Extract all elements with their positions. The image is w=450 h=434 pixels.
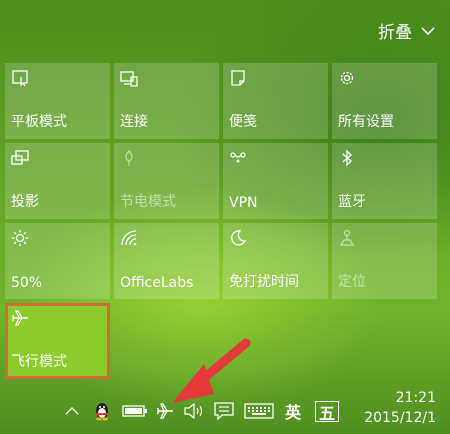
tile-wifi[interactable]: OfficeLabs [114, 223, 219, 299]
tile-note[interactable]: 便笺 [223, 63, 328, 139]
vpn-icon [230, 152, 246, 163]
tile-label: 50% [11, 275, 43, 291]
airplane-mode-tray-button[interactable] [154, 401, 176, 421]
show-hidden-icons-button[interactable] [65, 401, 79, 421]
wifi-icon [121, 230, 137, 246]
tile-label: 连接 [120, 114, 148, 130]
ime-language-label: 英 [284, 403, 301, 422]
tile-label: 定位 [338, 274, 366, 290]
tile-bluetooth[interactable]: 蓝牙 [332, 143, 437, 219]
clock-time: 21:21 [395, 390, 436, 406]
tile-label: 飞行模式 [11, 354, 67, 370]
tile-tablet-mode[interactable]: 平板模式 [5, 63, 110, 139]
tile-label: VPN [229, 195, 258, 211]
note-icon [231, 70, 245, 86]
tile-label: 免打扰时间 [229, 274, 299, 290]
battery-icon [122, 405, 147, 417]
action-center-button[interactable] [214, 401, 234, 421]
tile-quiet-hours[interactable]: 免打扰时间 [223, 223, 328, 299]
tile-label: OfficeLabs [120, 275, 194, 291]
taskbar: 英 五 21:21 2015/12/1 [0, 388, 450, 434]
tile-label: 蓝牙 [338, 194, 366, 210]
moon-icon [231, 230, 247, 246]
qq-tray-button[interactable] [92, 401, 112, 421]
battery-button[interactable] [122, 401, 148, 421]
speaker-icon [184, 403, 203, 419]
qq-penguin-icon [96, 403, 108, 421]
tile-label: 平板模式 [11, 114, 67, 130]
tile-connect[interactable]: 连接 [114, 63, 219, 139]
tile-label: 所有设置 [338, 114, 394, 130]
gear-icon [340, 71, 354, 85]
tile-vpn[interactable]: VPN [223, 143, 328, 219]
touch-keyboard-button[interactable] [243, 401, 275, 421]
connect-icon [120, 71, 138, 87]
ime-mode-button[interactable]: 五 [315, 401, 339, 423]
battery-saver-icon [125, 150, 133, 166]
clock-button[interactable]: 21:21 2015/12/1 [364, 388, 436, 428]
ime-mode-label: 五 [318, 403, 335, 423]
tablet-mode-icon [12, 70, 28, 87]
collapse-button[interactable]: 折叠 [378, 18, 436, 43]
tile-brightness[interactable]: 50% [5, 223, 110, 299]
ime-language-button[interactable]: 英 [283, 401, 303, 422]
keyboard-icon [244, 403, 274, 419]
tile-project[interactable]: 投影 [5, 143, 110, 219]
tile-label: 便笺 [229, 114, 257, 130]
airplane-icon [11, 310, 28, 326]
location-icon [339, 229, 355, 246]
project-icon [11, 150, 29, 165]
brightness-icon [12, 230, 28, 246]
bluetooth-icon [342, 149, 352, 167]
notification-icon [214, 402, 234, 420]
volume-button[interactable] [182, 401, 206, 421]
tile-airplane-mode[interactable]: 飞行模式 [5, 303, 110, 379]
tile-location[interactable]: 定位 [332, 223, 437, 299]
tile-all-settings[interactable]: 所有设置 [332, 63, 437, 139]
quick-actions-grid: 平板模式 连接 便笺 所有设置 投影 节电模式 VPN 蓝牙 50% Offic… [5, 63, 437, 379]
chevron-up-icon [65, 407, 79, 415]
collapse-label: 折叠 [378, 23, 412, 43]
tile-battery-saver[interactable]: 节电模式 [114, 143, 219, 219]
tile-label: 投影 [11, 194, 39, 210]
clock-date: 2015/12/1 [364, 410, 436, 426]
tile-label: 节电模式 [120, 194, 176, 210]
airplane-icon [156, 403, 173, 419]
chevron-down-icon [421, 26, 435, 35]
